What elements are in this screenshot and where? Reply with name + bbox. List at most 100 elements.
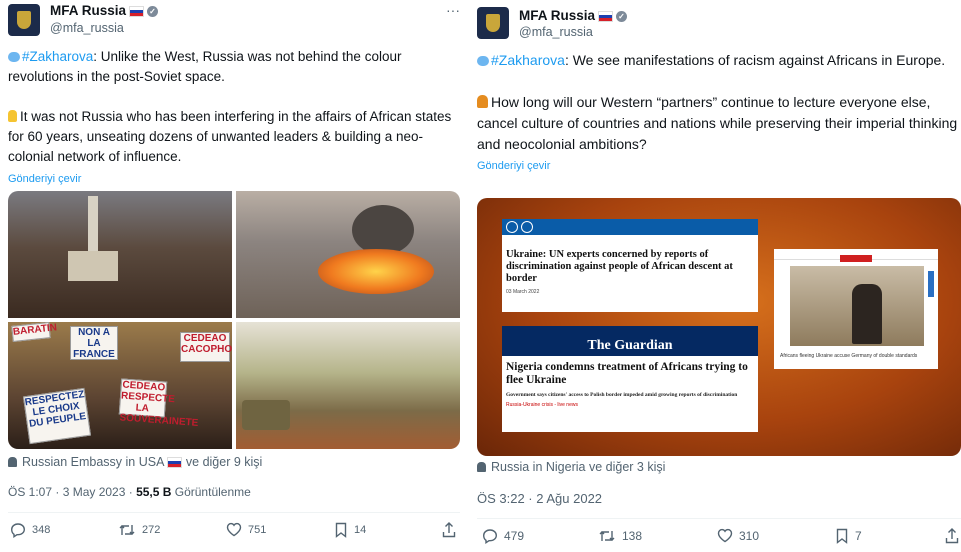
monument-base-shape (68, 251, 118, 281)
mfa-avatar[interactable] (8, 4, 40, 36)
account-handle[interactable]: @mfa_russia (519, 25, 593, 39)
reposted-suffix: ve diğer 3 kişi (588, 460, 666, 474)
reply-icon (482, 529, 498, 544)
reposted-by-name[interactable]: Russia in Nigeria (491, 460, 585, 474)
divider (477, 518, 961, 519)
reposted-by-row[interactable]: Russia in Nigeria ve diğer 3 kişi (477, 460, 665, 474)
protest-sign: CEDEAO CACOPHONIE (180, 332, 232, 362)
reply-button[interactable]: 348 (10, 522, 50, 538)
timestamp-row: ÖS 1:07 · 3 May 2023 · 55,5 B Görüntülen… (8, 485, 251, 499)
armored-vehicle-shape (242, 400, 290, 430)
account-name[interactable]: MFA Russia (519, 8, 595, 23)
bookmark-icon (836, 528, 848, 544)
tweet-text: #Zakharova: Unlike the West, Russia was … (8, 47, 460, 189)
smoke-shape (352, 205, 414, 255)
view-count: 55,5 B (136, 485, 172, 499)
guardian-subheadline: Government says citizens' access to Poli… (506, 392, 738, 398)
un-header-bar (502, 219, 758, 235)
account-name-row[interactable]: MFA Russia ✓ (50, 3, 159, 18)
photo-square-fire[interactable] (8, 191, 232, 318)
account-name-row[interactable]: MFA Russia ✓ (519, 8, 628, 23)
photo-explosion[interactable] (236, 191, 460, 318)
reposted-by-name[interactable]: Russian Embassy in USA (22, 455, 164, 469)
heart-icon (717, 528, 733, 543)
coat-of-arms-icon (17, 11, 31, 29)
translate-post-link[interactable]: Gönderiyi çevir (8, 169, 460, 189)
dw-photo (790, 266, 924, 346)
tweet-2: MFA Russia ✓ @mfa_russia #Zakharova: We s… (477, 0, 961, 552)
bookmark-icon (335, 522, 347, 538)
russia-flag-icon (167, 457, 183, 469)
tweet-line-1: : We see manifestations of racism agains… (564, 52, 946, 68)
like-button[interactable]: 310 (717, 528, 759, 543)
guardian-article-card: The Guardian Nigeria condemns treatment … (502, 326, 758, 432)
repost-button[interactable]: 138 (598, 528, 642, 544)
reply-count: 479 (504, 529, 525, 543)
pointing-hand-icon (8, 110, 17, 122)
dw-logo-icon (840, 255, 872, 262)
like-button[interactable]: 751 (226, 522, 266, 537)
russia-flag-icon (129, 5, 145, 17)
tweet-text: #Zakharova: We see manifestations of rac… (477, 50, 961, 177)
reply-icon (10, 523, 26, 538)
guardian-logo: The Guardian (502, 326, 758, 356)
guardian-headline: Nigeria condemns treatment of Africans t… (506, 361, 748, 386)
un-headline: Ukraine: UN experts concerned by reports… (506, 249, 733, 284)
divider (8, 512, 460, 513)
tweet-line-2: How long will our Western “partners” con… (477, 94, 958, 152)
share-icon (945, 528, 959, 544)
share-button[interactable] (442, 522, 462, 538)
ohchr-logo-icon (521, 221, 533, 233)
bookmark-count: 7 (855, 529, 862, 543)
reposted-by-row[interactable]: Russian Embassy in USA ve diğer 9 kişi (8, 455, 262, 469)
repost-icon (599, 531, 615, 541)
photo-protest[interactable]: BARATIN NON A LA FRANCE CEDEAO CACOPHONI… (8, 322, 232, 449)
photo-grid[interactable]: BARATIN NON A LA FRANCE CEDEAO CACOPHONI… (8, 191, 460, 449)
guardian-live-link: Russia-Ukraine crisis - live news (506, 402, 578, 408)
heart-icon (226, 522, 242, 537)
reply-button[interactable]: 479 (482, 528, 524, 544)
protest-sign: BARATIN (11, 322, 58, 342)
action-bar: 479 138 310 7 (477, 528, 961, 552)
tweet-1: MFA Russia ✓ @mfa_russia ··· #Zakharova: … (8, 0, 460, 552)
share-icon (442, 522, 456, 538)
bookmark-button[interactable]: 7 (835, 528, 862, 544)
bookmark-button[interactable]: 14 (334, 522, 366, 538)
hashtag-link[interactable]: #Zakharova (491, 52, 565, 68)
person-facepalm-icon (477, 95, 488, 108)
translate-post-link[interactable]: Gönderiyi çevir (477, 156, 961, 177)
repost-count: 272 (142, 524, 161, 536)
repost-icon (119, 525, 135, 535)
un-date: 03 March 2022 (506, 289, 540, 295)
dw-caption: Africans fleeing Ukraine accuse Germany … (780, 353, 918, 359)
more-options-button[interactable]: ··· (446, 2, 460, 18)
like-count: 310 (739, 528, 760, 543)
person-icon (8, 457, 17, 467)
dw-header (774, 249, 938, 262)
hashtag-link[interactable]: #Zakharova (22, 49, 93, 64)
coat-of-arms-icon (486, 14, 500, 32)
timestamp-row: ÖS 3:22 · 2 Ağu 2022 (477, 491, 602, 506)
mfa-avatar[interactable] (477, 7, 509, 39)
speech-bubble-icon (8, 52, 20, 63)
reposted-suffix: ve diğer 9 kişi (185, 455, 263, 469)
photo-military-road[interactable] (236, 322, 460, 449)
social-share-icons (928, 271, 934, 297)
verified-badge-icon: ✓ (147, 5, 159, 17)
protest-sign: NON A LA FRANCE (70, 326, 118, 360)
timestamp[interactable]: ÖS 1:07 · 3 May 2023 · (8, 485, 136, 499)
timestamp[interactable]: ÖS 3:22 · 2 Ağu 2022 (477, 491, 602, 506)
un-logo-icon (506, 221, 518, 233)
russia-flag-icon (598, 10, 614, 22)
views-label: Görüntülenme (171, 485, 251, 499)
verified-badge-icon: ✓ (616, 10, 628, 22)
repost-count: 138 (622, 529, 643, 543)
news-collage-image[interactable]: Ukraine: UN experts concerned by reports… (477, 198, 961, 456)
un-article-card: Ukraine: UN experts concerned by reports… (502, 219, 758, 312)
account-handle[interactable]: @mfa_russia (50, 21, 124, 35)
account-name[interactable]: MFA Russia (50, 3, 126, 18)
repost-button[interactable]: 272 (118, 522, 160, 538)
tweet-line-2: It was not Russia who has been interferi… (8, 109, 452, 164)
dw-article-card: Africans fleeing Ukraine accuse Germany … (774, 249, 938, 369)
share-button[interactable] (945, 528, 961, 544)
